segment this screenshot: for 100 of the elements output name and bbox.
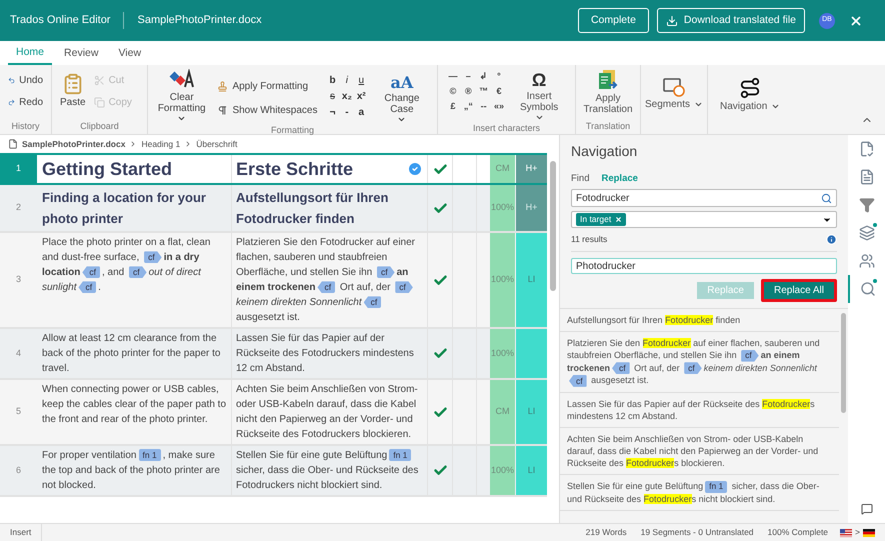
show-whitespaces-button[interactable]: Show Whitespaces (217, 103, 318, 118)
download-button[interactable]: Download translated file (656, 8, 805, 33)
segment-number: 5 (14, 405, 22, 418)
character-button[interactable]: — (446, 69, 460, 84)
character-button[interactable]: ™ (476, 84, 491, 99)
format-button[interactable]: b (328, 73, 338, 88)
search-icon (860, 281, 876, 297)
segment-number: 6 (14, 464, 22, 477)
active-check-icon (407, 161, 423, 177)
group-label: Insert characters (472, 122, 542, 135)
character-button[interactable]: ° (492, 69, 506, 84)
segment-row[interactable]: 4 Allow at least 12 cm clearance from the back of the photo printer for the paper to travel. Lassen Sie für das Papier auf der Rückseite des Fotodruckers mindestens 12 cm Abstand. 100% (0, 329, 547, 380)
paste-button[interactable]: Paste (60, 73, 86, 120)
format-button[interactable]: - (342, 105, 352, 120)
breadcrumb-item[interactable]: Überschrift (196, 138, 238, 150)
segment-number: 4 (14, 346, 22, 360)
segments-button[interactable]: Segments (644, 77, 704, 112)
caret-icon (694, 100, 704, 109)
replace-field[interactable]: Photodrucker (571, 258, 837, 274)
status-value: LI (528, 405, 536, 418)
status-value: LI (528, 464, 536, 477)
panel-title: Navigation (571, 142, 638, 161)
format-button[interactable]: s (328, 89, 338, 104)
target-text[interactable]: Aufstellungsort für Ihren Fotodrucker finden (236, 187, 423, 229)
character-button[interactable]: „“ (461, 99, 476, 114)
group-label: Formatting (270, 124, 315, 137)
target-text[interactable]: Lassen Sie für das Papier auf der Rückseite des Fotodruckers mindestens 12 cm Abstand. (236, 331, 423, 376)
target-text[interactable]: Achten Sie beim Anschließen von Strom- oder USB-Kabeln darauf, dass die Kabel nicht den Papierweg an der Vorder- und Rückseite des Fotodruckers blockieren. (236, 382, 423, 442)
character-button[interactable]: ↲ (476, 69, 491, 84)
panel-tab[interactable]: Find (571, 172, 590, 186)
chat-icon[interactable] (860, 503, 872, 515)
format-button[interactable]: x₂ (342, 89, 352, 104)
eraser-icon (168, 69, 195, 89)
target-text[interactable]: Erste Schritte (236, 157, 407, 181)
apply-formatting-button[interactable]: Apply Formatting (217, 79, 318, 94)
navigation-button[interactable]: Navigation (720, 77, 780, 114)
result-text[interactable]: Lassen Sie für das Papier auf der Rückseite des Fotodruckers mindestens 12 cm Abstand. (567, 398, 832, 422)
flag-icon (863, 528, 875, 536)
close-icon[interactable] (849, 14, 863, 28)
result-text[interactable]: Platzieren Sie den Fotodrucker auf einer flachen, sauberen und staubfreien Oberfläche, und stellen Sie ihn cf an einem trockenen cf Ort auf, der cf keinem direkten Sonnenlicht cf ausgesetzt ist. (567, 337, 832, 387)
source-text: For proper ventilation fn 1 , make sure the top and back of the photo printer are not blocked. (37, 446, 232, 495)
result-text[interactable]: Stellen Sie für eine gute Belüftung fn 1 sicher, dass die Ober- und Rückseite des Fotodruckers nicht blockiert sind. (567, 480, 832, 504)
segment-count: 19 Segments - 0 Untranslated (640, 526, 754, 539)
target-text[interactable]: Platzieren Sie den Fotodrucker auf einer flachen, sauberen und staubfreien Oberfläche, und stellen Sie ihn cf an einem trockenen cf Ort auf, der cf keinem direkten Sonnenlicht cf ausgesetzt ist. (236, 235, 423, 325)
remove-icon[interactable] (615, 216, 622, 224)
breadcrumb-item[interactable]: Heading 1 (141, 138, 180, 150)
document-arrow-icon (597, 69, 619, 91)
character-button[interactable]: £ (446, 99, 460, 114)
format-button[interactable]: a (356, 105, 366, 120)
ribbon-tab[interactable]: View (110, 43, 150, 65)
source-text: Finding a location for your photo printer (37, 185, 232, 231)
match-value: 100% (490, 273, 514, 286)
breadcrumb-item[interactable]: SamplePhotoPrinter.docx (22, 138, 126, 150)
results-count: 11 results (571, 233, 608, 246)
complete-button[interactable]: Complete (578, 8, 649, 33)
clear-formatting-button[interactable]: Clear Formatting (156, 69, 208, 123)
format-button[interactable]: ¬ (328, 105, 338, 120)
segment-number: 3 (14, 273, 22, 286)
target-text[interactable]: Stellen Sie für eine gute Belüftung fn 1 sicher, dass die Ober- und Rückseite des Fotodruckers nicht blockiert sind. (236, 448, 423, 493)
result-text[interactable]: Achten Sie beim Anschließen von Strom- oder USB-Kabeln darauf, dass die Kabel nicht den Papierweg an der Vorder- und Rückseite des Fotodruckers blockieren. (567, 432, 832, 469)
redo-button[interactable]: Redo (8, 95, 43, 110)
segment-row[interactable]: 1 Getting Started Erste Schritte CM H+ (0, 153, 547, 185)
segment-row[interactable] (0, 233, 547, 329)
filter-dropdown[interactable]: In target (571, 211, 837, 228)
undo-icon (8, 75, 16, 86)
filter-icon (858, 197, 874, 213)
group-label: Translation (584, 120, 632, 133)
filter-chip[interactable]: In target (576, 213, 626, 226)
search-field[interactable]: Fotodrucker (571, 189, 837, 208)
result-text[interactable]: Aufstellungsort für Ihren Fotodrucker finden (567, 314, 832, 326)
document-icon (858, 169, 874, 185)
scrollbar[interactable] (841, 313, 846, 413)
insert-symbols-button[interactable]: Ω Insert Symbols (511, 69, 567, 122)
character-button[interactable]: -- (476, 99, 491, 114)
source-text: Getting Started (37, 155, 232, 183)
format-button[interactable]: u (356, 73, 366, 88)
segment-row[interactable] (0, 380, 547, 446)
replace-all-button[interactable]: Replace All (760, 279, 837, 302)
info-icon[interactable] (826, 234, 837, 246)
apply-translation-button[interactable]: Apply Translation (576, 69, 640, 120)
app-title: Trados Online Editor (10, 12, 124, 29)
character-button[interactable]: «» (492, 99, 506, 114)
segment-number: 1 (0, 155, 37, 183)
scrollbar[interactable] (550, 161, 556, 291)
ribbon-tab[interactable]: Review (56, 43, 106, 65)
word-count: 219 Words (586, 526, 627, 539)
character-button[interactable]: © (446, 84, 460, 99)
search-icon[interactable] (821, 192, 832, 204)
format-button[interactable]: x² (356, 89, 366, 104)
undo-button[interactable]: Undo (8, 73, 43, 88)
segment-row[interactable]: 2 Finding a location for your photo printer Aufstellungsort für Ihren Fotodrucker finden 100% H+ (0, 185, 547, 233)
people-icon (858, 253, 874, 269)
character-button[interactable]: ® (461, 84, 476, 99)
source-text: When connecting power or USB cables, keep the cables clear of the paper path to the front and rear of the photo printer. (37, 380, 232, 444)
character-button[interactable]: € (492, 84, 506, 99)
match-value: CM (496, 162, 510, 176)
change-case-button[interactable]: aA Change Case (374, 69, 429, 124)
segment-row[interactable] (0, 446, 547, 497)
character-button[interactable]: – (461, 69, 476, 84)
format-button[interactable]: i (342, 73, 352, 88)
